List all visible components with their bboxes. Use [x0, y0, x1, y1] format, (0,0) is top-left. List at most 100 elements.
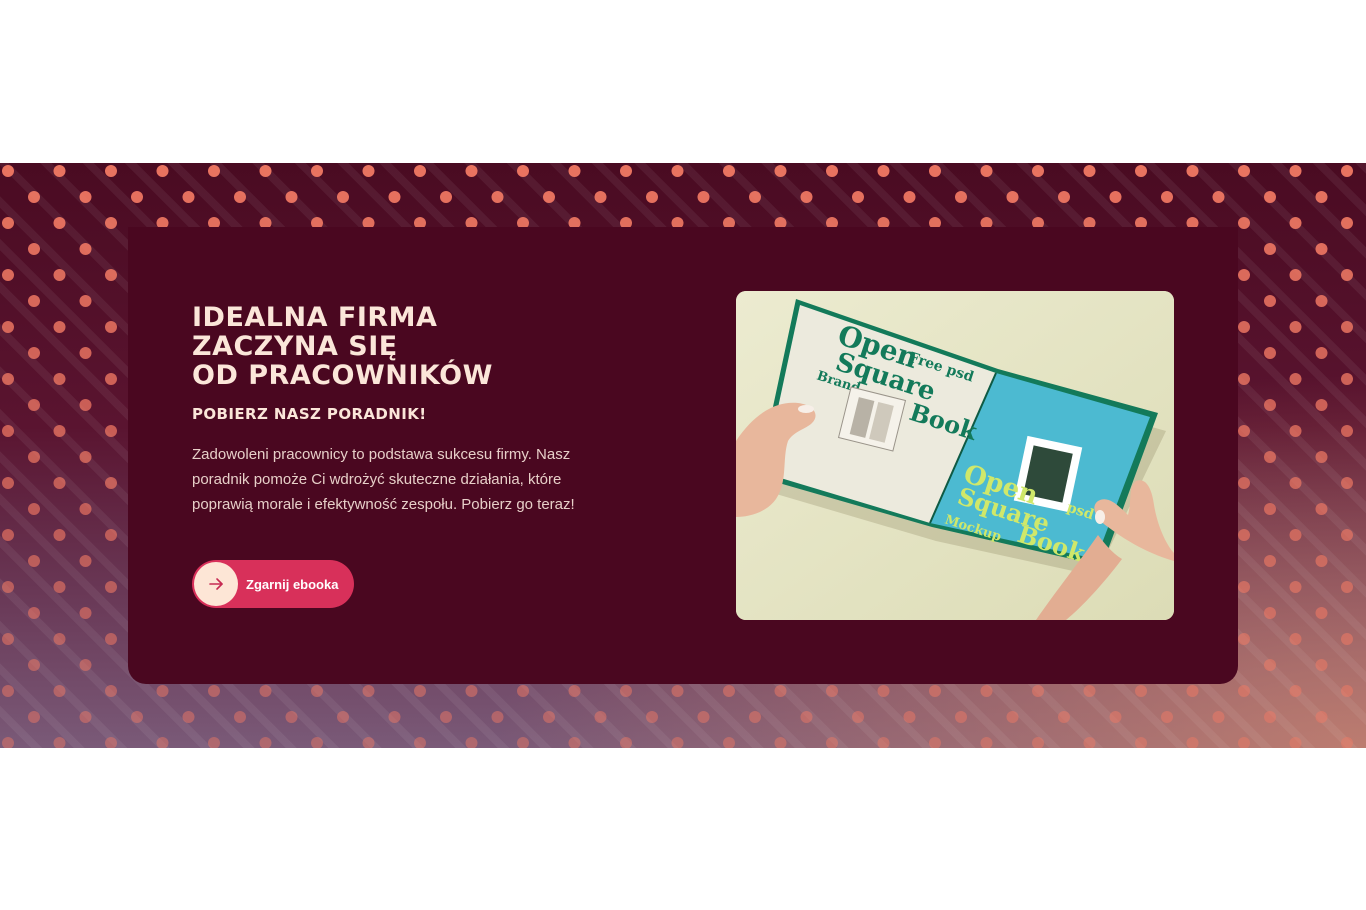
pattern-dot [1341, 217, 1353, 229]
pattern-dot [1264, 347, 1276, 359]
pattern-dot [53, 269, 66, 281]
promo-description: Zadowoleni pracownicy to podstawa sukces… [192, 446, 575, 513]
pattern-dot [79, 295, 92, 307]
pattern-dot [697, 711, 710, 723]
pattern-dot [208, 165, 220, 177]
pattern-dot [826, 165, 838, 177]
pattern-dot [1264, 711, 1276, 723]
pattern-dot [1083, 165, 1096, 177]
pattern-dot [28, 555, 40, 567]
pattern-dot [414, 685, 426, 697]
pattern-dot [671, 165, 684, 177]
pattern-dot [1006, 191, 1019, 203]
pattern-dot [1341, 737, 1353, 748]
pattern-dot [1264, 659, 1276, 671]
pattern-dot [259, 165, 272, 177]
pattern-dot [929, 165, 941, 177]
pattern-dot [105, 217, 117, 229]
pattern-dot [79, 555, 92, 567]
download-ebook-button[interactable]: Zgarnij ebooka [192, 560, 354, 608]
pattern-dot [646, 191, 658, 203]
pattern-dot [1238, 529, 1250, 541]
pattern-dot [79, 711, 92, 723]
pattern-dot [53, 321, 66, 333]
pattern-dot [53, 685, 66, 697]
pattern-dot [79, 659, 92, 671]
pattern-dot [955, 191, 967, 203]
pattern-dot [1238, 477, 1250, 489]
download-ebook-label: Zgarnij ebooka [246, 576, 339, 592]
pattern-dot [234, 191, 246, 203]
pattern-dot [1058, 711, 1070, 723]
pattern-dot [28, 659, 40, 671]
pattern-dot [1315, 503, 1328, 515]
pattern-dot [1289, 529, 1302, 541]
pattern-dot [105, 165, 117, 177]
pattern-dot [1238, 373, 1250, 385]
pattern-dot [594, 191, 607, 203]
pattern-dot [2, 269, 14, 281]
pattern-dot [543, 191, 555, 203]
pattern-dot [388, 711, 401, 723]
pattern-dot [877, 165, 890, 177]
pattern-dot [1341, 685, 1353, 697]
pattern-dot [105, 373, 117, 385]
pattern-dot [1238, 321, 1250, 333]
pattern-dot [1238, 269, 1250, 281]
pattern-dot [1109, 711, 1122, 723]
pattern-dot [440, 711, 452, 723]
pattern-dot [1315, 295, 1328, 307]
pattern-dot [491, 191, 504, 203]
pattern-dot [1238, 581, 1250, 593]
pattern-dot [465, 165, 478, 177]
pattern-dot [28, 451, 40, 463]
pattern-dot [53, 165, 66, 177]
pattern-dot [362, 165, 375, 177]
pattern-dot [311, 165, 323, 177]
pattern-dot [1238, 633, 1250, 645]
pattern-dot [465, 737, 478, 748]
pattern-dot [311, 685, 323, 697]
pattern-dot [1032, 737, 1044, 748]
pattern-dot [1264, 191, 1276, 203]
pattern-dot [594, 711, 607, 723]
pattern-dot [1341, 269, 1353, 281]
pattern-dot [1109, 191, 1122, 203]
pattern-dot [723, 685, 735, 697]
pattern-dot [1083, 685, 1096, 697]
headline-line: ZACZYNA SIĘ [192, 331, 398, 362]
pattern-dot [517, 165, 529, 177]
pattern-dot [697, 191, 710, 203]
pattern-dot [234, 711, 246, 723]
pattern-dot [105, 581, 117, 593]
pattern-dot [53, 633, 66, 645]
pattern-dot [852, 711, 864, 723]
pattern-dot [2, 373, 14, 385]
pattern-dot [1186, 165, 1199, 177]
pattern-dot [877, 685, 890, 697]
pattern-dot [1289, 373, 1302, 385]
promo-subheadline: POBIERZ NASZ PORADNIK! [192, 405, 427, 423]
pattern-dot [1238, 737, 1250, 748]
pattern-dot [620, 165, 632, 177]
pattern-dot [1289, 685, 1302, 697]
pattern-dot [105, 477, 117, 489]
pattern-dot [53, 529, 66, 541]
pattern-dot [28, 295, 40, 307]
pattern-dot [1341, 581, 1353, 593]
pattern-dot [1289, 425, 1302, 437]
pattern-dot [1186, 685, 1199, 697]
pattern-dot [800, 711, 813, 723]
pattern-dot [568, 685, 581, 697]
pattern-dot [1161, 711, 1173, 723]
pattern-dot [1341, 321, 1353, 333]
pattern-dot [208, 685, 220, 697]
pattern-dot [337, 711, 349, 723]
pattern-dot [414, 165, 426, 177]
pattern-dot [980, 165, 993, 177]
pattern-dot [105, 529, 117, 541]
pattern-dot [1135, 737, 1147, 748]
headline-line: IDEALNA FIRMA [192, 302, 438, 333]
pattern-dot [1289, 321, 1302, 333]
pattern-dot [1032, 165, 1044, 177]
